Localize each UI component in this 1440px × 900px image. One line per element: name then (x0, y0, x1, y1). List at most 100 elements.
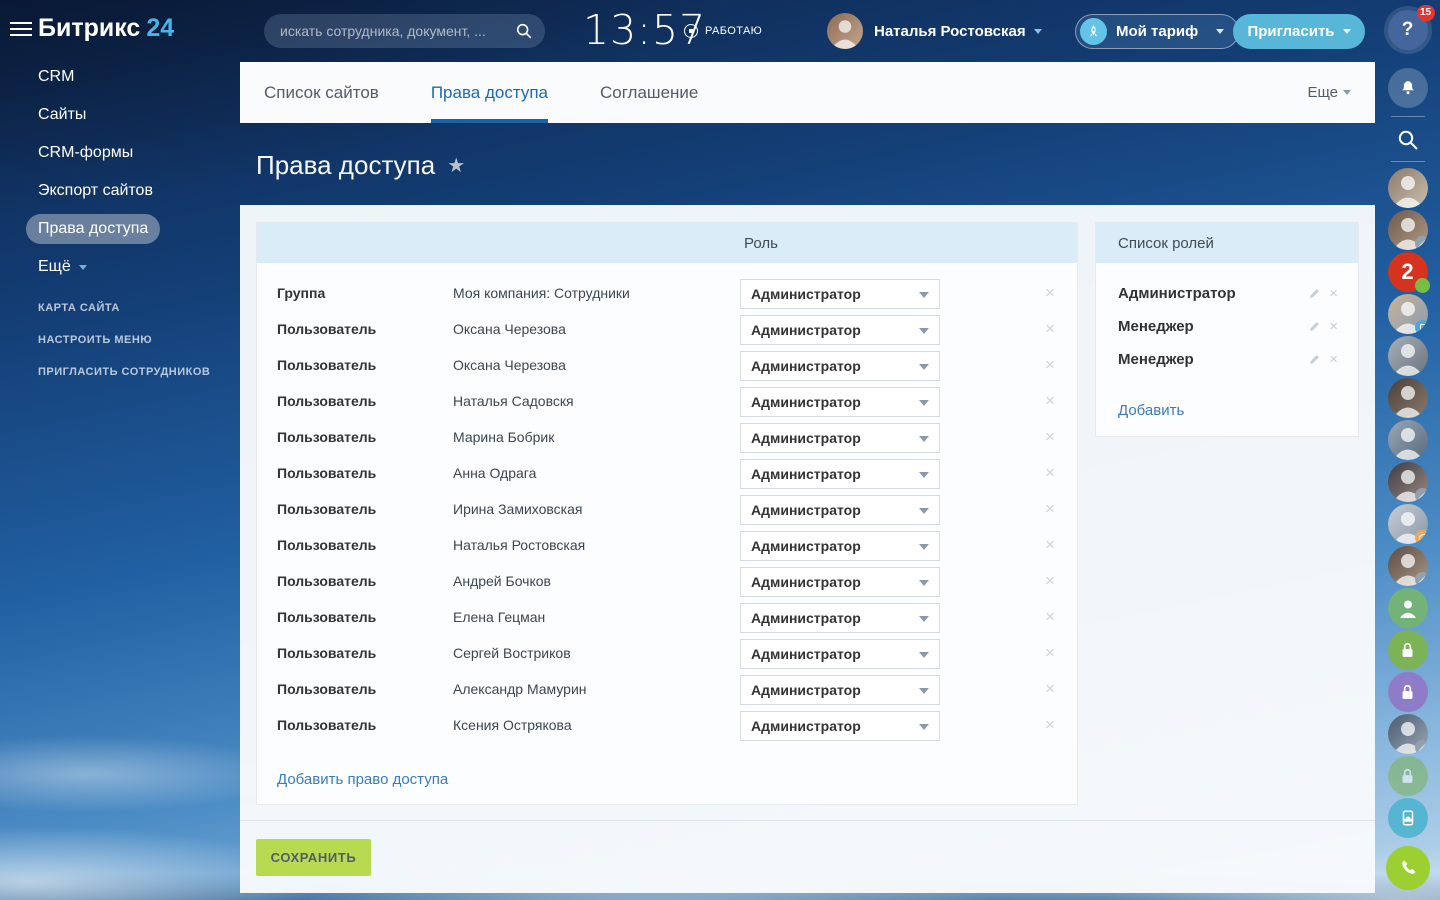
table-row: Пользователь Сергей Востриков Администра… (257, 636, 1077, 672)
role-select[interactable]: Администратор (740, 639, 940, 669)
call-button[interactable] (1386, 846, 1430, 890)
sidebar-item[interactable]: CRM (26, 62, 86, 92)
roles-panel-header: Список ролей (1096, 223, 1358, 263)
lock-icon (1399, 683, 1416, 702)
chat-avatar[interactable] (1388, 378, 1428, 418)
role-select[interactable]: Администратор (740, 675, 940, 705)
remove-row-button[interactable]: × (1045, 463, 1055, 483)
remove-row-button[interactable]: × (1045, 319, 1055, 339)
sidebar-link[interactable]: КАРТА САЙТА (38, 302, 238, 314)
row-name: Ксения Острякова (453, 717, 572, 733)
remove-row-button[interactable]: × (1045, 607, 1055, 627)
add-user-chat-button[interactable] (1388, 588, 1428, 628)
tariff-button[interactable]: Мой тариф (1075, 14, 1239, 49)
chevron-down-icon (919, 328, 929, 334)
role-select[interactable]: Администратор (740, 531, 940, 561)
role-select[interactable]: Администратор (740, 351, 940, 381)
chevron-down-icon (919, 508, 929, 514)
chat-avatar[interactable] (1388, 420, 1428, 460)
sidebar-link[interactable]: НАСТРОИТЬ МЕНЮ (38, 334, 238, 346)
remove-row-button[interactable]: × (1045, 499, 1055, 519)
role-select[interactable]: Администратор (740, 495, 940, 525)
sidebar-link[interactable]: ПРИГЛАСИТЬ СОТРУДНИКОВ (38, 366, 238, 378)
row-name: Наталья Садовскя (453, 393, 574, 409)
tabs-more-button[interactable]: Еще (1307, 84, 1351, 101)
user-avatar[interactable] (827, 13, 863, 49)
row-name: Ирина Замиховская (453, 501, 582, 517)
edit-pencil-icon[interactable] (1308, 353, 1321, 366)
role-list-item: Менеджер × (1096, 343, 1358, 376)
role-select[interactable]: Администратор (740, 459, 940, 489)
chat-avatar[interactable] (1388, 462, 1428, 502)
remove-row-button[interactable]: × (1045, 427, 1055, 447)
add-access-right-link[interactable]: Добавить право доступа (277, 771, 448, 788)
tab[interactable]: Права доступа (431, 62, 548, 123)
access-rights-table: Роль Группа Моя компания: Сотрудники Адм… (256, 222, 1078, 805)
table-row: Пользователь Ксения Острякова Администра… (257, 708, 1077, 744)
edit-pencil-icon[interactable] (1308, 320, 1321, 333)
role-select[interactable]: Администратор (740, 423, 940, 453)
global-search[interactable] (264, 14, 545, 48)
sidebar-item[interactable]: Экспорт сайтов (26, 176, 165, 206)
row-type: Пользователь (277, 645, 376, 661)
remove-row-button[interactable]: × (1045, 535, 1055, 555)
role-select[interactable]: Администратор (740, 567, 940, 597)
search-icon (1396, 128, 1420, 152)
role-select[interactable]: Администратор (740, 711, 940, 741)
delete-role-icon[interactable]: × (1329, 351, 1338, 368)
role-select[interactable]: Администратор (740, 279, 940, 309)
hamburger-menu-icon[interactable] (10, 22, 32, 38)
row-name: Наталья Ростовская (453, 537, 585, 553)
add-role-link[interactable]: Добавить (1118, 402, 1184, 419)
edit-pencil-icon[interactable] (1308, 287, 1321, 300)
remove-row-button[interactable]: × (1045, 391, 1055, 411)
chevron-down-icon (919, 724, 929, 730)
chevron-down-icon (79, 265, 87, 270)
bell-icon (1399, 79, 1417, 97)
logo[interactable]: Битрикс24 (38, 14, 174, 43)
private-chat-faded[interactable] (1388, 756, 1428, 796)
role-select[interactable]: Администратор (740, 315, 940, 345)
chat-avatar[interactable] (1388, 210, 1428, 250)
favorite-star-icon[interactable]: ★ (447, 153, 465, 178)
help-button[interactable]: ?15 (1388, 10, 1428, 50)
remove-row-button[interactable]: × (1045, 571, 1055, 591)
chat-avatar[interactable] (1388, 168, 1428, 208)
invite-button[interactable]: Пригласить (1233, 14, 1365, 49)
role-select[interactable]: Администратор (740, 387, 940, 417)
avatar-silhouette (1388, 336, 1428, 376)
user-menu[interactable]: Наталья Ростовская (874, 0, 1042, 62)
chat-avatar[interactable] (1388, 546, 1428, 586)
search-input[interactable] (280, 23, 515, 39)
chat-avatar[interactable] (1388, 294, 1428, 334)
private-chat-purple[interactable] (1388, 672, 1428, 712)
sidebar-item[interactable]: CRM-формы (26, 138, 145, 168)
save-button[interactable]: СОХРАНИТЬ (256, 839, 371, 876)
tab[interactable]: Список сайтов (264, 62, 379, 123)
mobile-app-button[interactable] (1388, 798, 1428, 838)
sidebar-item[interactable]: Сайты (26, 100, 98, 130)
delete-role-icon[interactable]: × (1329, 285, 1338, 302)
chevron-down-icon (1034, 29, 1042, 34)
remove-row-button[interactable]: × (1045, 643, 1055, 663)
notifications-button[interactable] (1388, 68, 1428, 108)
chat-avatar[interactable] (1388, 504, 1428, 544)
row-type: Пользователь (277, 357, 376, 373)
remove-row-button[interactable]: × (1045, 679, 1055, 699)
chat-avatar[interactable] (1388, 336, 1428, 376)
remove-row-button[interactable]: × (1045, 283, 1055, 303)
search-button[interactable] (1388, 123, 1428, 157)
remove-row-button[interactable]: × (1045, 715, 1055, 735)
row-name: Оксана Черезова (453, 357, 566, 373)
remove-row-button[interactable]: × (1045, 355, 1055, 375)
private-chat-green[interactable] (1388, 630, 1428, 670)
sidebar-item[interactable]: Права доступа (26, 214, 160, 244)
role-select[interactable]: Администратор (740, 603, 940, 633)
sidebar-item[interactable]: Ещё (26, 252, 99, 282)
work-status[interactable]: РАБОТАЮ (684, 24, 762, 38)
chat-2-logo[interactable]: 2 (1388, 252, 1428, 292)
chat-avatar[interactable] (1388, 714, 1428, 754)
delete-role-icon[interactable]: × (1329, 318, 1338, 335)
rocket-icon (1080, 18, 1107, 45)
tab[interactable]: Соглашение (600, 62, 698, 123)
